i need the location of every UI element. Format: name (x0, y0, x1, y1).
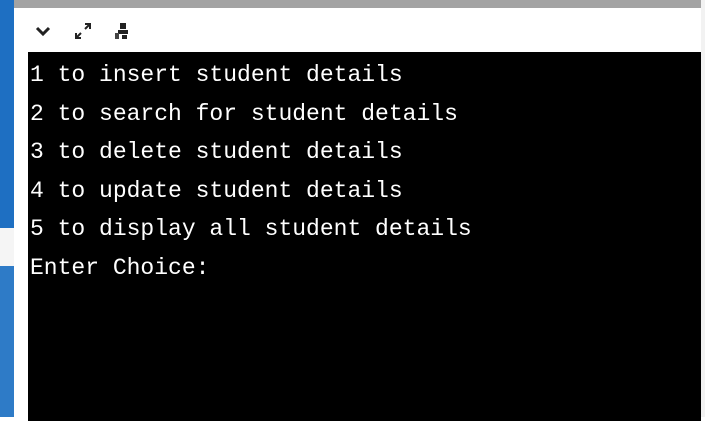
console-output[interactable]: 1 to insert student details 2 to search … (28, 52, 701, 421)
console-line: 5 to display all student details (30, 216, 472, 242)
window-titlebar (14, 0, 701, 8)
console-line: 4 to update student details (30, 177, 403, 204)
console-toolbar (28, 14, 701, 52)
chevron-down-icon[interactable] (30, 18, 56, 44)
console-line: 3 to delete student details (30, 139, 403, 165)
console-prompt: Enter Choice: (30, 254, 210, 281)
window-right-border (701, 0, 705, 417)
console-line: 2 to search for student details (30, 100, 458, 127)
pin-person-icon[interactable] (108, 18, 134, 44)
left-accent-strip (0, 0, 14, 417)
expand-icon[interactable] (70, 18, 96, 44)
console-line: 1 to insert student details (30, 62, 403, 88)
